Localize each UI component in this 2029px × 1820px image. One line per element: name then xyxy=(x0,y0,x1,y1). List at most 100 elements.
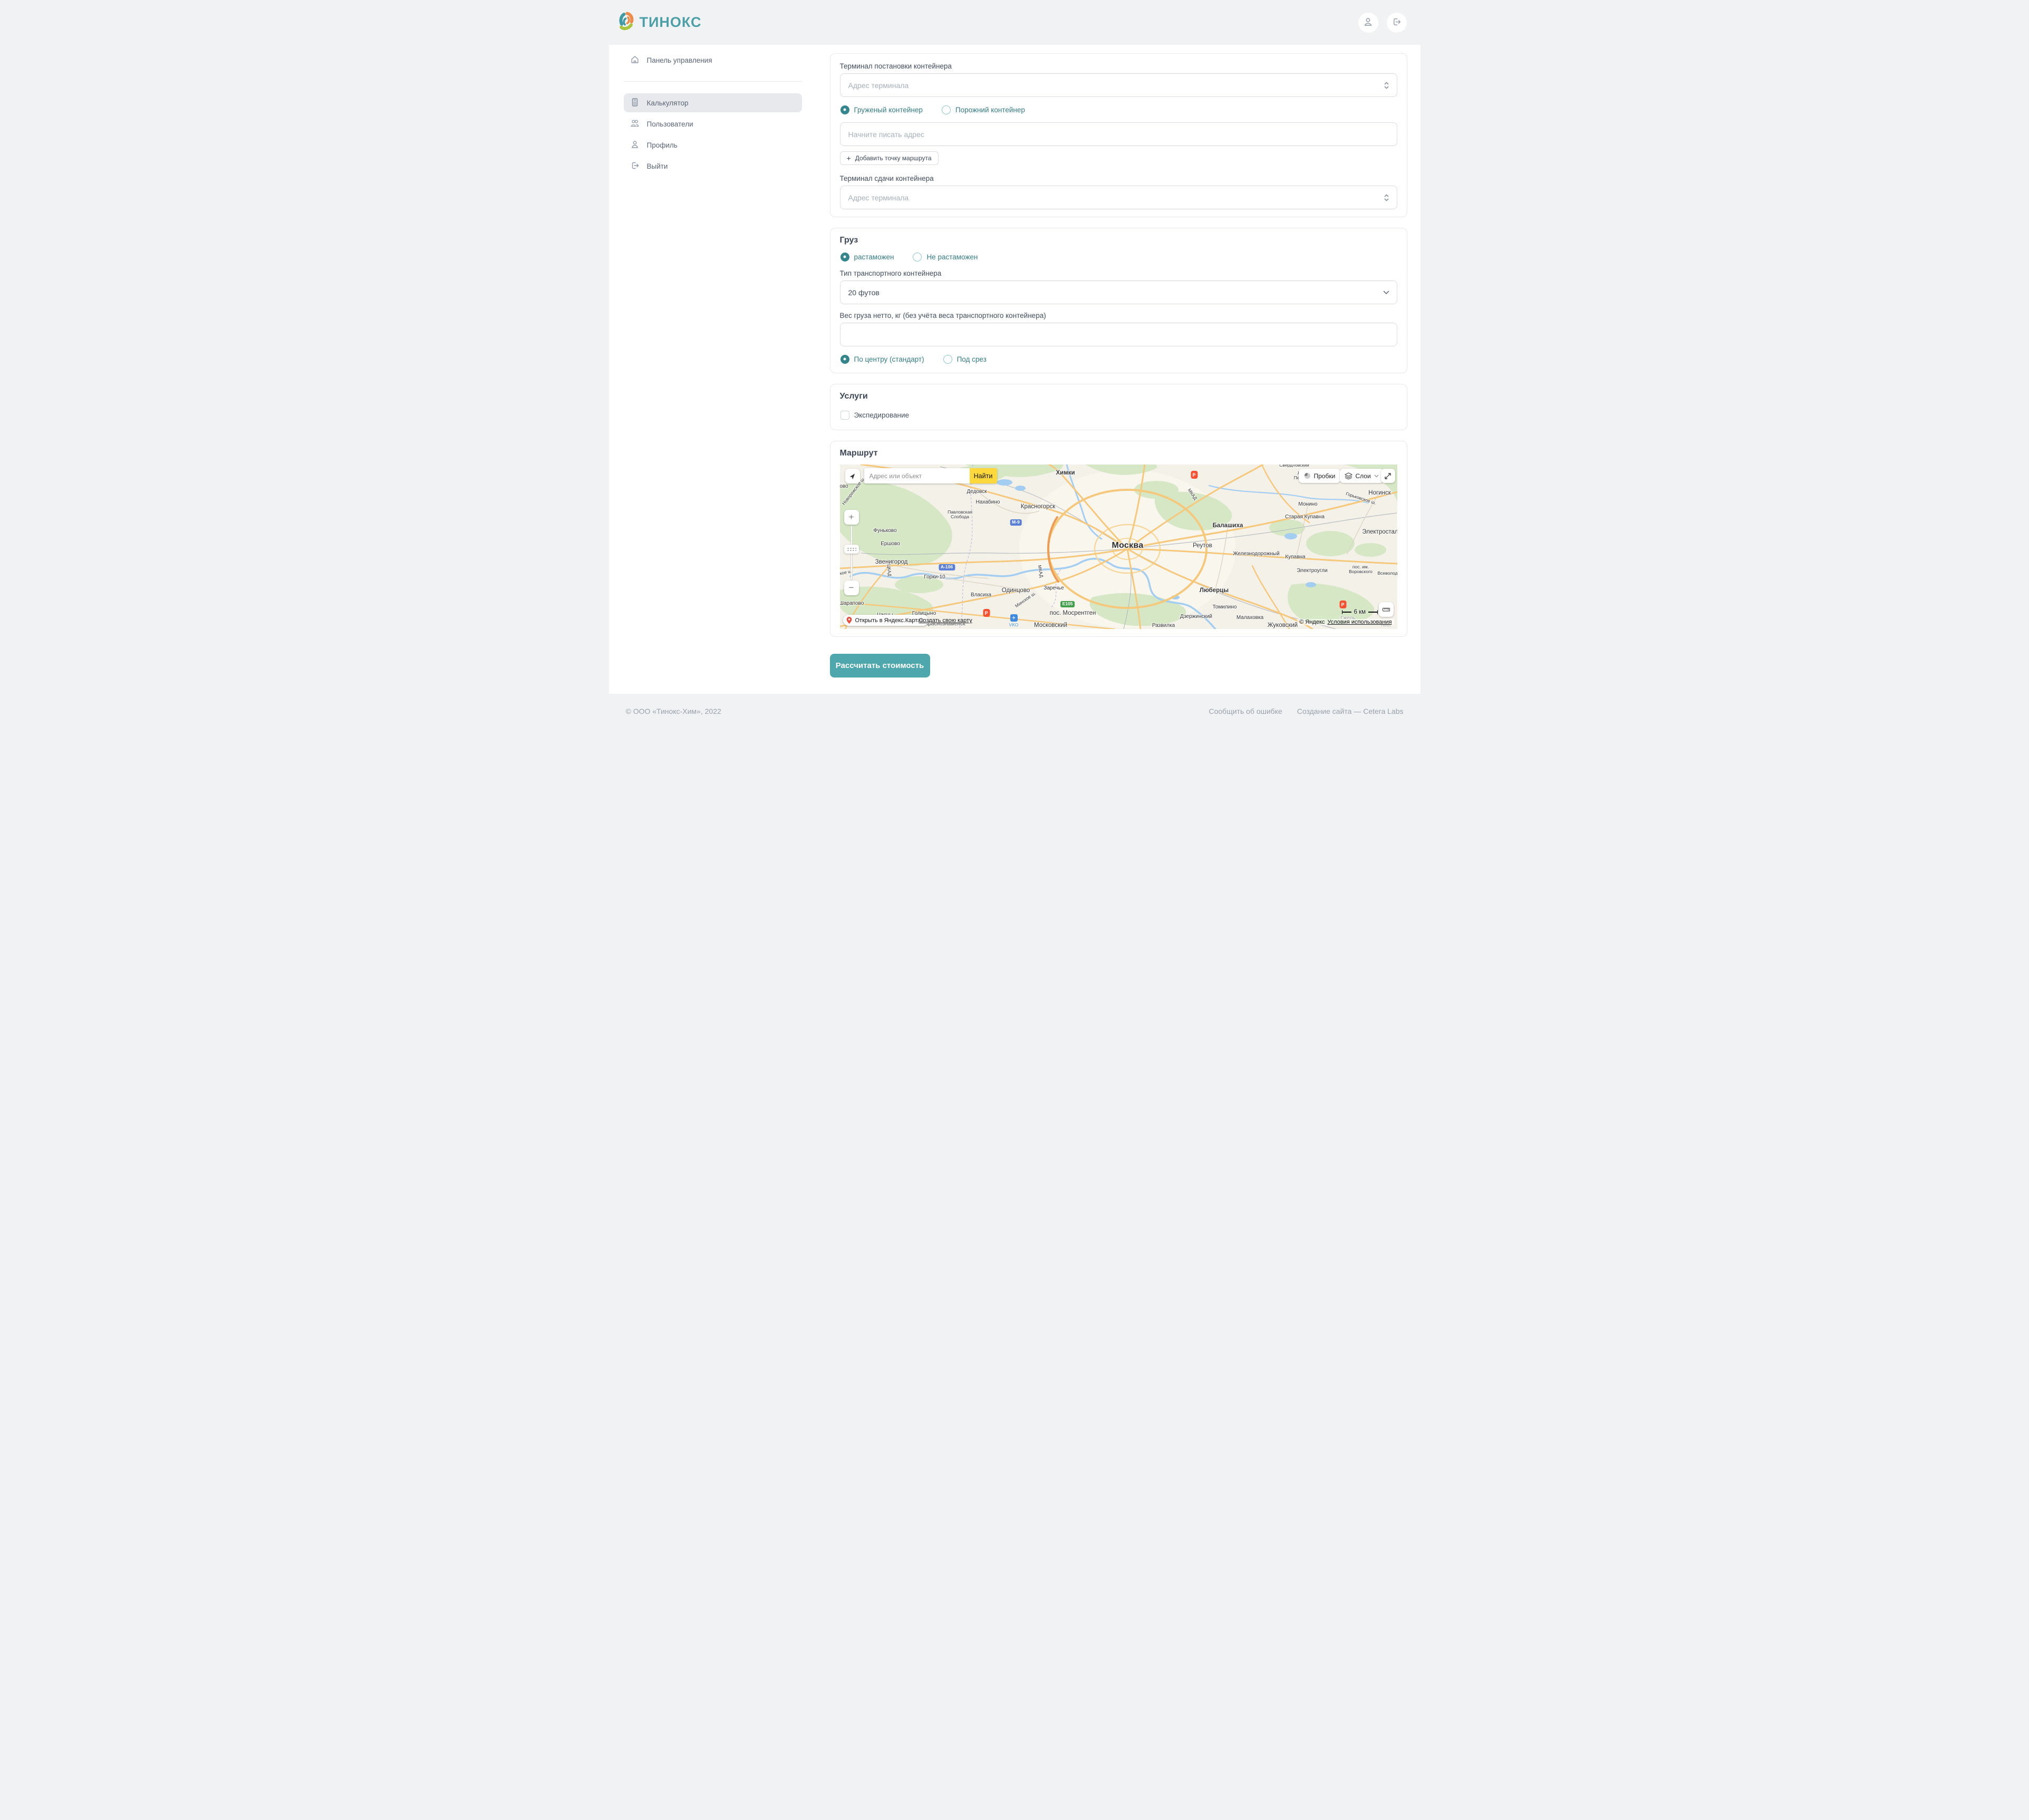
logout-icon xyxy=(1392,17,1402,28)
sidebar-item-users[interactable]: Пользователи xyxy=(624,114,802,133)
site-credits-link[interactable]: Создание сайта — Cetera Labs xyxy=(1297,707,1404,715)
yandex-map[interactable]: СвердловскийЛосино- ПетровскийХимкиРовоН… xyxy=(840,464,1397,629)
radio-label: По центру (стандарт) xyxy=(854,355,924,363)
radio-control-icon xyxy=(913,253,922,262)
calculator-icon xyxy=(630,98,640,109)
traffic-button[interactable]: Пробки xyxy=(1299,469,1341,483)
add-route-point-button[interactable]: + Добавить точку маршрута xyxy=(840,151,939,165)
brand-name: ТИНОКС xyxy=(640,14,702,31)
services-group: Экспедирование xyxy=(840,410,1397,420)
map-label: Фуньково xyxy=(873,528,896,534)
profile-button[interactable] xyxy=(1358,13,1378,33)
map-label: Реутов xyxy=(1193,543,1212,549)
scale-bar-right xyxy=(1368,612,1378,613)
map-label: Ногинск xyxy=(1368,490,1390,497)
zoom-in-button[interactable]: + xyxy=(844,510,859,525)
navigation-arrow-icon xyxy=(848,472,856,480)
map-label: Дедовск xyxy=(967,489,987,495)
radio-selected[interactable]: растаможен xyxy=(840,253,894,262)
map-label: Власиха xyxy=(971,592,991,598)
map-label: Электроугли xyxy=(1297,568,1327,574)
map-label: Жуковский xyxy=(1268,622,1298,629)
report-error-link[interactable]: Сообщить об ошибке xyxy=(1209,707,1282,715)
map-label: Всеволодово xyxy=(1377,571,1397,576)
container-type-select[interactable]: 20 футов xyxy=(840,280,1397,304)
map-label: VKO xyxy=(1009,623,1019,627)
radio-selected[interactable]: Груженый контейнер xyxy=(840,105,923,114)
stepper-chevrons-icon xyxy=(1384,81,1389,90)
app-footer: © ООО «Тинокс-Хим», 2022 Сообщить об оши… xyxy=(609,694,1421,728)
route-card: Маршрут xyxy=(830,441,1407,637)
map-label: Купавна xyxy=(1285,554,1305,560)
open-in-yandex-maps-link[interactable]: Открыть в Яндекс.Картах xyxy=(843,615,929,626)
terms-of-use-link[interactable]: Условия использования xyxy=(1327,619,1392,625)
map-marker-r: Р xyxy=(1339,601,1346,608)
container-type-label: Тип транспортного контейнера xyxy=(840,269,1397,277)
map-attribution: © Яндекс Условия использования xyxy=(1297,619,1394,625)
address-input[interactable] xyxy=(840,123,1397,146)
add-route-point-label: Добавить точку маршрута xyxy=(855,154,932,162)
weight-input[interactable] xyxy=(840,323,1397,346)
sidebar-divider xyxy=(624,81,802,82)
logout-icon xyxy=(630,161,640,172)
map-badge: М-9 xyxy=(1010,519,1022,526)
calculate-cost-button[interactable]: Рассчитать стоимость xyxy=(830,654,930,677)
page: ТИНОКС xyxy=(609,0,1421,728)
radio-control-icon xyxy=(840,355,849,364)
radio-option[interactable]: Порожний контейнер xyxy=(942,105,1025,114)
checkbox-control-icon xyxy=(840,411,849,420)
radio-selected[interactable]: По центру (стандарт) xyxy=(840,355,924,364)
map-label: Балашиха xyxy=(1213,522,1243,529)
address-input-wrap xyxy=(840,122,1397,146)
layers-button[interactable]: Слои xyxy=(1340,469,1384,483)
map-marker-air: ✈ xyxy=(1010,614,1018,622)
fullscreen-icon xyxy=(1384,472,1392,480)
ruler-button[interactable] xyxy=(1379,602,1394,617)
create-own-map-link[interactable]: Создать свою карту xyxy=(919,617,972,624)
drag-dots-icon xyxy=(847,547,856,551)
radio-control-icon xyxy=(840,105,849,114)
logout-button[interactable] xyxy=(1387,13,1407,33)
map-label: Красногорск xyxy=(1021,504,1056,510)
map-search-button[interactable]: Найти xyxy=(970,468,997,483)
map-label: Нахабино xyxy=(976,499,1000,505)
map-label: Одинцово xyxy=(1002,587,1030,594)
map-label: Томилино xyxy=(1213,604,1237,610)
users-icon xyxy=(630,119,640,130)
map-label: МКАД xyxy=(1037,565,1044,578)
checkbox-option[interactable]: Экспедирование xyxy=(840,411,910,420)
sidebar-item-profile[interactable]: Профиль xyxy=(624,135,802,154)
map-label: Железнодорожный xyxy=(1233,551,1279,557)
zoom-out-button[interactable]: − xyxy=(844,580,859,595)
map-search-input[interactable] xyxy=(864,468,970,483)
geolocation-button[interactable] xyxy=(845,469,860,483)
map-label: Ершово xyxy=(881,541,900,547)
radio-label: Порожний контейнер xyxy=(955,106,1025,114)
scale-label: 6 км xyxy=(1354,609,1366,615)
map-label: Свердловский xyxy=(1279,464,1309,468)
map-label: МКАД xyxy=(1186,488,1197,501)
footer-copyright: © ООО «Тинокс-Хим», 2022 xyxy=(626,707,721,715)
map-label: Московский xyxy=(1034,622,1067,629)
cargo-title: Груз xyxy=(840,236,1397,245)
radio-option[interactable]: Не растаможен xyxy=(913,253,978,262)
fullscreen-button[interactable] xyxy=(1381,469,1395,483)
map-label: Люберцы xyxy=(1200,587,1229,594)
zoom-slider-handle[interactable] xyxy=(844,545,859,554)
radio-label: Под срез xyxy=(957,355,987,363)
radio-option[interactable]: Под срез xyxy=(943,355,987,364)
sidebar-item-dashboard[interactable]: Панель управления xyxy=(624,50,802,71)
sidebar: Панель управления xyxy=(609,45,830,694)
terminal-start-select[interactable]: Адрес терминала xyxy=(840,73,1397,97)
map-label: Горки-10 xyxy=(924,574,945,580)
map-search-bar: Найти xyxy=(864,468,997,483)
map-pin-icon xyxy=(846,616,853,624)
scale-bar-left xyxy=(1342,612,1351,613)
terminal-end-select[interactable]: Адрес терминала xyxy=(840,186,1397,209)
sidebar-item-logout[interactable]: Выйти xyxy=(624,157,802,176)
map-label: пос. им. Воровского xyxy=(1349,565,1373,575)
map-label: Москва xyxy=(1112,541,1143,550)
brand-logo[interactable]: ТИНОКС xyxy=(619,12,702,34)
sidebar-item-calculator[interactable]: Калькулятор xyxy=(624,93,802,112)
radio-label: растаможен xyxy=(854,253,894,261)
